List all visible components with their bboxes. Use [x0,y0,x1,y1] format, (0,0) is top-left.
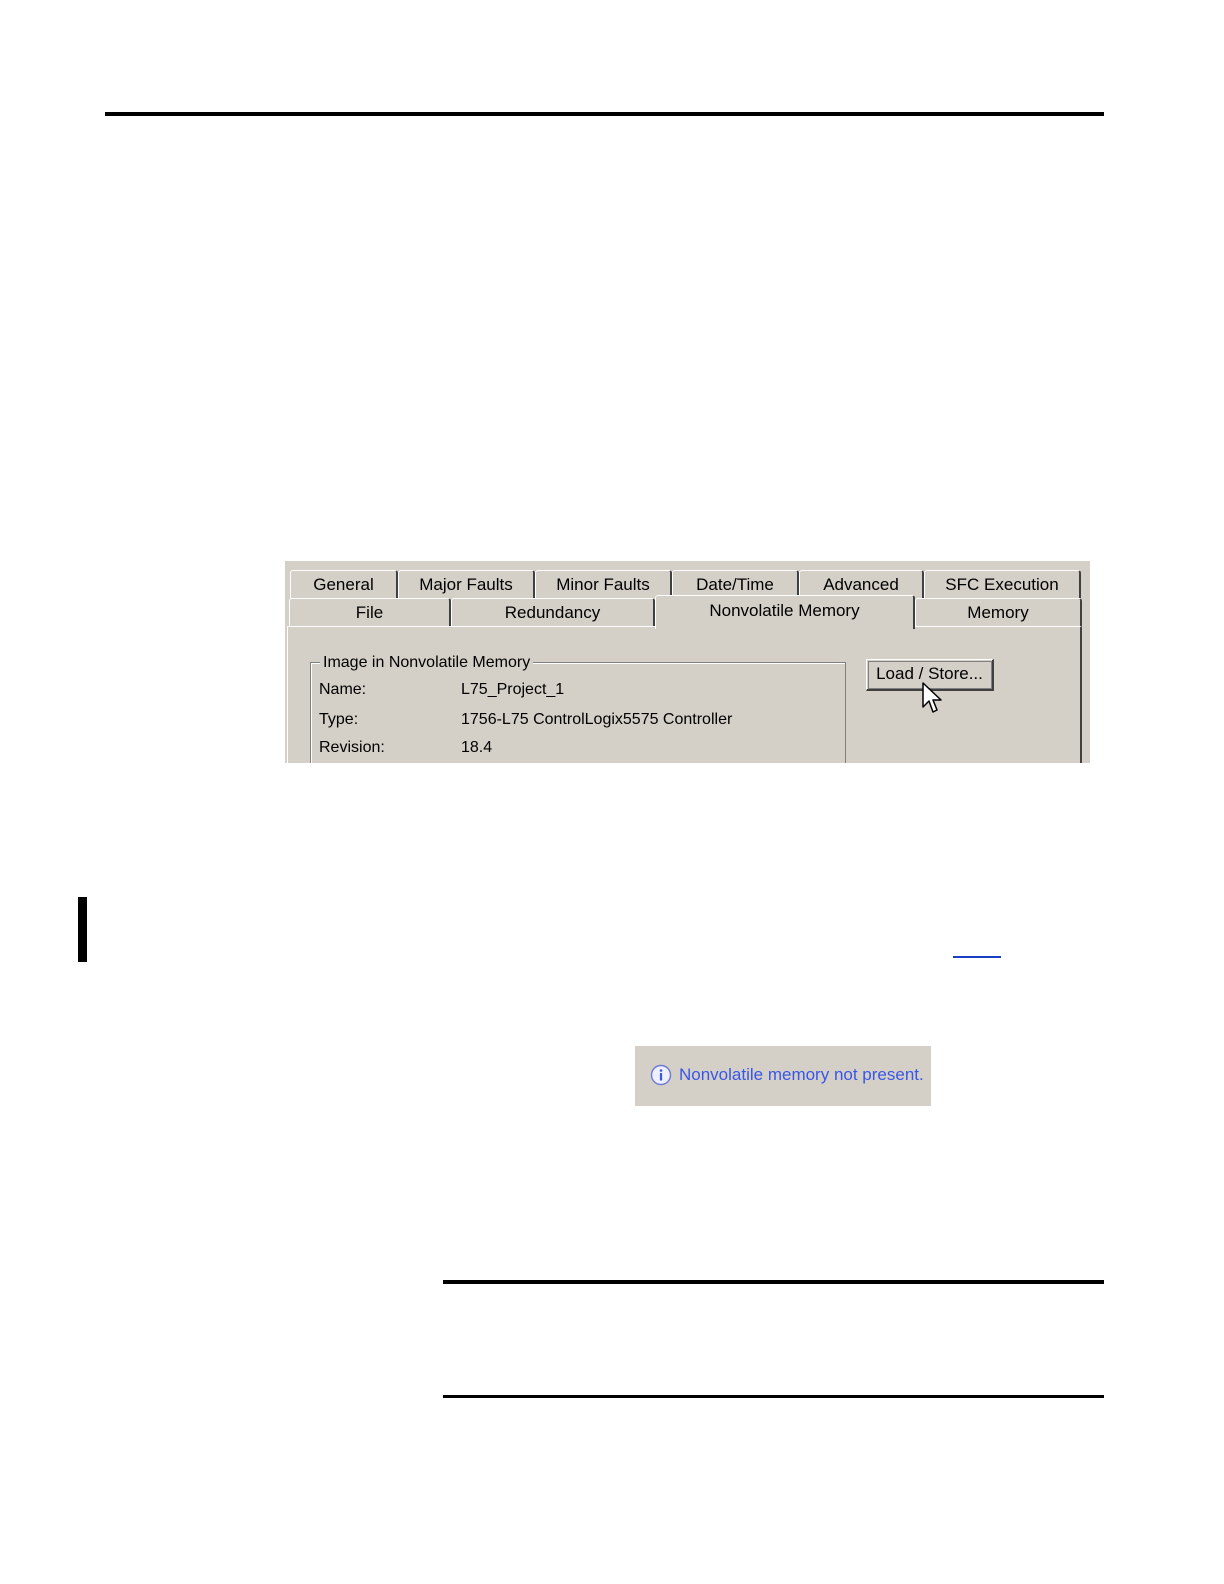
tab-redundancy[interactable]: Redundancy [451,598,655,626]
change-bar [78,897,87,962]
tab-advanced[interactable]: Advanced [799,570,924,598]
tab-file[interactable]: File [289,598,451,626]
revision-label: Revision: [319,739,385,756]
tab-general[interactable]: General [290,570,398,598]
note-top-rule [443,1280,1104,1284]
status-message-box: Nonvolatile memory not present. [635,1046,931,1106]
arrow-pointer-icon [922,682,942,713]
revision-value: 18.4 [461,739,493,756]
tab-major-faults[interactable]: Major Faults [398,570,535,598]
info-icon [650,1064,672,1086]
tab-date-time[interactable]: Date/Time [672,570,799,598]
name-value: L75_Project_1 [461,681,565,698]
tab-sfc-execution[interactable]: SFC Execution [924,570,1081,598]
tab-minor-faults[interactable]: Minor Faults [535,570,672,598]
tab-nonvolatile-memory[interactable]: Nonvolatile Memory [655,595,915,629]
link-underline[interactable] [953,956,1001,958]
note-bottom-rule [443,1395,1104,1398]
controller-properties-dialog: General Major Faults Minor Faults Date/T… [285,561,1090,763]
header-rule [105,112,1104,116]
type-label: Type: [319,711,359,728]
name-label: Name: [319,681,367,698]
group-title: Image in Nonvolatile Memory [320,654,534,672]
tab-memory[interactable]: Memory [915,598,1082,626]
status-text: Nonvolatile memory not present. [679,1065,924,1084]
type-value: 1756-L75 ControlLogix5575 Controller [461,711,733,728]
